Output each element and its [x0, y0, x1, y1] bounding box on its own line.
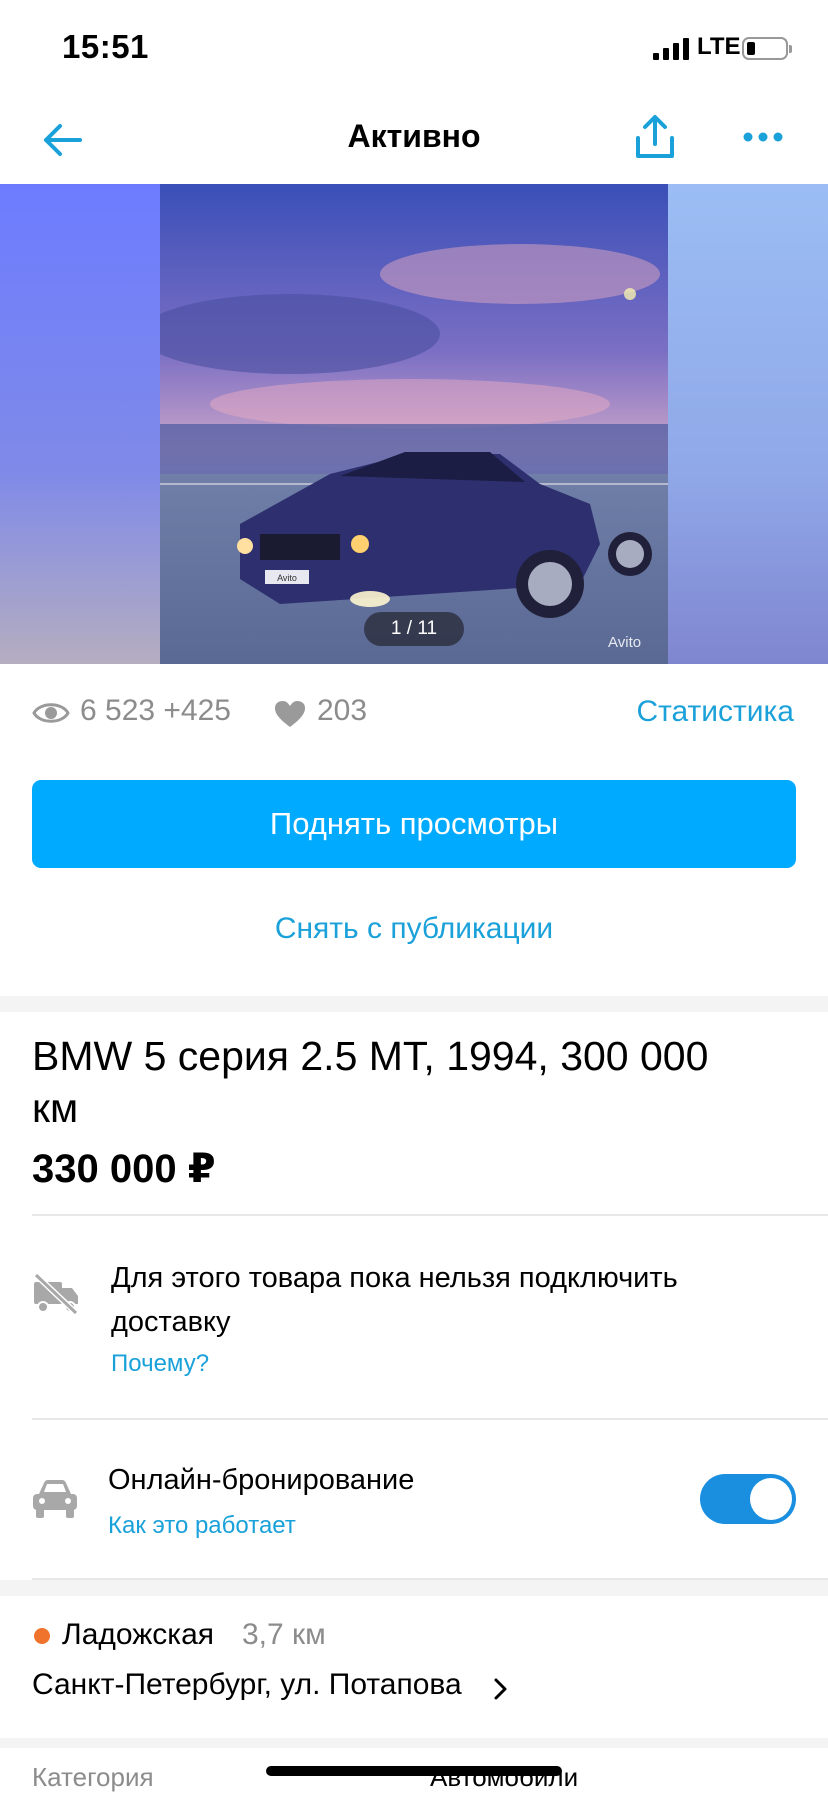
status-time: 15:51 — [62, 28, 149, 65]
car-photo: Avito — [160, 184, 668, 664]
network-label: LTE — [697, 33, 741, 60]
more-dots-icon — [743, 132, 783, 142]
delivery-notice: Для этого товара пока нельзя подключить … — [111, 1262, 678, 1338]
signal-icon — [653, 38, 689, 60]
booking-toggle[interactable] — [700, 1474, 796, 1524]
more-button[interactable] — [738, 122, 788, 152]
heart-icon — [275, 701, 305, 727]
booking-title: Онлайн-бронирование — [108, 1464, 415, 1496]
unpublish-button[interactable]: Снять с публикации — [0, 912, 828, 946]
listing-title: BMW 5 серия 2.5 MT, 1994, 300 000 км — [32, 1033, 709, 1131]
eye-icon — [32, 703, 70, 723]
metro-line-dot — [34, 1628, 50, 1644]
divider — [32, 1214, 828, 1216]
metro-distance: 3,7 км — [242, 1618, 326, 1651]
divider — [32, 1418, 828, 1420]
section-separator — [0, 1580, 828, 1596]
share-icon — [636, 115, 674, 158]
battery-icon — [742, 37, 792, 60]
toggle-knob — [750, 1478, 792, 1520]
home-indicator[interactable] — [266, 1766, 562, 1776]
delivery-unavailable-icon — [33, 1272, 79, 1316]
address-link[interactable]: Санкт-Петербург, ул. Потапова — [32, 1668, 462, 1702]
photo-counter: 1 / 11 — [364, 612, 464, 646]
statistics-link[interactable]: Статистика — [636, 695, 794, 729]
gallery-main-photo[interactable]: Avito — [160, 184, 668, 664]
photo-gallery[interactable]: Avito — [0, 184, 828, 664]
views-count: 6 523 +425 — [80, 694, 231, 727]
section-separator — [0, 996, 828, 1012]
chevron-right-icon[interactable] — [492, 1674, 510, 1704]
category-label: Категория — [32, 1762, 154, 1792]
car-icon — [33, 1480, 77, 1518]
section-separator — [0, 1738, 828, 1748]
watermark: Avito — [608, 634, 642, 651]
how-it-works-link[interactable]: Как это работает — [108, 1512, 296, 1540]
raise-views-button[interactable]: Поднять просмотры — [32, 780, 796, 868]
gallery-prev-preview[interactable] — [0, 184, 160, 664]
page-title: Активно — [347, 118, 481, 154]
why-link[interactable]: Почему? — [111, 1350, 209, 1378]
listing-price: 330 000 ₽ — [32, 1147, 216, 1191]
plate-label: Avito — [277, 573, 297, 583]
gallery-next-preview[interactable] — [668, 184, 828, 664]
metro-station: Ладожская — [62, 1618, 215, 1651]
favorites-count: 203 — [317, 694, 368, 727]
share-button[interactable] — [630, 112, 680, 162]
